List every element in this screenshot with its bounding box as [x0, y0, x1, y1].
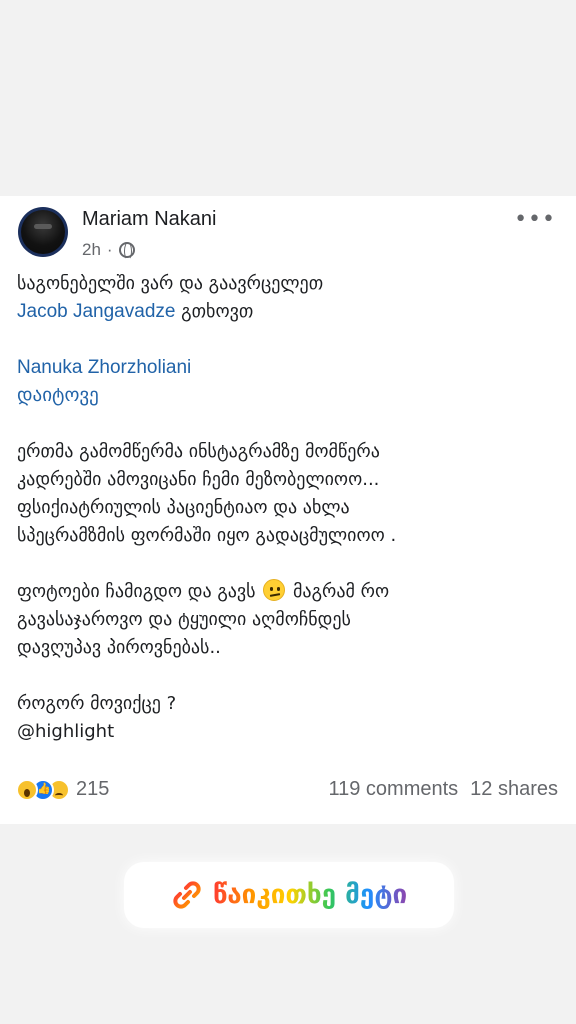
post-card: Mariam Nakani 2h · ••• საგონებელში ვარ დ… — [0, 196, 576, 824]
more-options-icon[interactable]: ••• — [514, 209, 556, 231]
meta-separator: · — [106, 240, 113, 259]
confused-face-emoji — [263, 579, 286, 601]
reactions-summary[interactable]: 215 — [16, 778, 109, 801]
body-link-line[interactable]: დაიტოვე — [17, 382, 561, 410]
body-line: ფსიქიატრიულის პაციენტიაო და ახლა — [17, 497, 350, 518]
body-line: სპეცრამზმის ფორმაში იყო გადაცმულიოო . — [17, 525, 397, 546]
globe-icon — [118, 242, 135, 260]
body-line: კადრებში ამოვიცანი ჩემი მეზობელიოო... — [17, 469, 380, 490]
author-name[interactable]: Mariam Nakani — [82, 208, 216, 231]
highlight-tag[interactable]: @highlight — [17, 718, 561, 746]
post-time[interactable]: 2h — [82, 240, 101, 260]
body-line: დავღუპავ პიროვნებას.. — [17, 637, 221, 658]
mention-link[interactable]: Nanuka Zhorzholiani — [17, 354, 561, 382]
body-line: საგონებელში ვარ და გაავრცელეთ — [17, 273, 324, 294]
body-line: გავასაჯაროვო და ტყუილი აღმოჩნდეს — [17, 609, 351, 630]
read-more-label: წაიკითხე მეტი — [212, 880, 408, 910]
body-line: როგორ მოვიქცე ? — [17, 693, 177, 714]
top-blank-area — [0, 0, 576, 196]
body-line: ერთმა გამომწერმა ინსტაგრამზე მომწერა — [17, 441, 380, 462]
comments-count[interactable]: 119 comments — [328, 778, 458, 801]
reaction-count: 215 — [76, 778, 110, 800]
body-line: გთხოვთ — [175, 301, 254, 322]
avatar[interactable] — [18, 207, 68, 257]
post-meta: 2h · — [82, 240, 135, 260]
post-stats: 215 119 comments 12 shares — [16, 776, 560, 806]
body-line: მაგრამ რო — [287, 581, 390, 602]
wow-reaction-icon — [16, 778, 38, 801]
shares-count[interactable]: 12 shares — [470, 778, 558, 801]
mention-link[interactable]: Jacob Jangavadze — [17, 301, 175, 322]
read-more-button[interactable]: წაიკითხე მეტი — [124, 862, 454, 928]
body-line: ფოტოები ჩამიგდო და გავს — [17, 581, 262, 602]
link-icon — [173, 881, 201, 909]
post-body: საგონებელში ვარ და გაავრცელეთ Jacob Jang… — [17, 270, 561, 774]
post-header: Mariam Nakani 2h · ••• — [16, 204, 560, 268]
